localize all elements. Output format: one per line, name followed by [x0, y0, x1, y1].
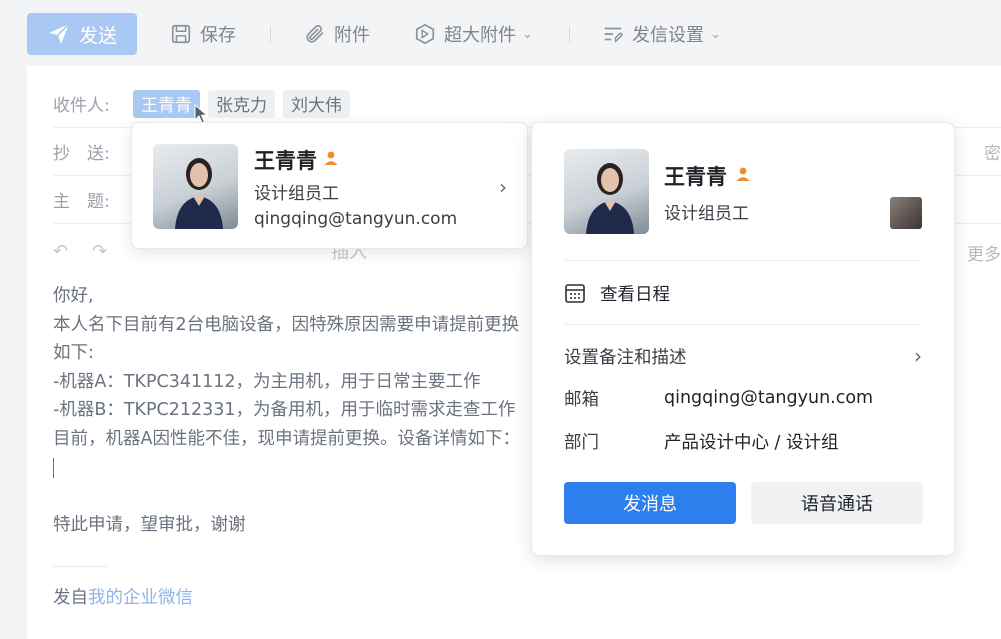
body-closing: 特此申请，望审批，谢谢 — [53, 514, 246, 535]
toolbar-divider — [569, 26, 570, 42]
send-message-button[interactable]: 发消息 — [564, 482, 736, 524]
set-remark-row[interactable]: 设置备注和描述 › — [564, 342, 922, 370]
profile-name: 王青青 — [664, 161, 751, 191]
large-attach-button[interactable]: 超大附件 ⌄ — [414, 18, 533, 50]
avatar — [153, 144, 238, 229]
contact-email: qingqing@tangyun.com — [254, 209, 458, 229]
view-schedule-label: 查看日程 — [600, 284, 670, 305]
profile-avatar — [564, 149, 649, 234]
voice-call-button[interactable]: 语音通话 — [751, 482, 923, 524]
save-icon — [171, 24, 191, 44]
send-settings-button[interactable]: 发信设置 ⌄ — [602, 18, 721, 50]
profile-title: 设计组员工 — [664, 204, 749, 224]
recipient-chip[interactable]: 王青青 — [133, 89, 200, 118]
to-label: 收件人: — [53, 96, 110, 116]
body-line: -机器B：TKPC212331，为备用机，用于临时需求走查工作 — [53, 400, 516, 421]
settings-list-icon — [604, 27, 624, 43]
contact-name-text: 王青青 — [254, 149, 317, 173]
view-schedule-row[interactable]: 查看日程 — [564, 279, 922, 307]
toolbar-divider — [270, 26, 271, 42]
large-attach-label: 超大附件 — [444, 25, 516, 46]
send-button[interactable]: 发送 — [27, 13, 137, 55]
divider — [564, 324, 922, 325]
recipient-chip[interactable]: 张克力 — [208, 89, 275, 118]
attach-button[interactable]: 附件 — [304, 18, 370, 50]
email-value[interactable]: qingqing@tangyun.com — [664, 388, 873, 408]
mouse-cursor-icon — [194, 104, 208, 124]
recipient-chip[interactable]: 刘大伟 — [283, 89, 350, 118]
mail-toolbar: 发送 保存 附件 超大附件 ⌄ 发信设置 ⌄ — [0, 0, 1001, 66]
mail-body[interactable]: 你好, 本人名下目前有2台电脑设备，因特殊原因需要申请提前更换 如下: -机器A… — [53, 282, 520, 539]
body-line: 你好, — [53, 286, 94, 306]
divider — [564, 260, 922, 261]
avatar-portrait-icon — [175, 158, 223, 229]
avatar-portrait-icon — [586, 163, 634, 234]
chevron-right-icon: › — [914, 344, 922, 368]
cover-thumbnail[interactable] — [890, 197, 922, 229]
contact-name: 王青青 — [254, 145, 339, 175]
signature-prefix: 发自 — [53, 588, 88, 608]
contact-title: 设计组员工 — [254, 184, 339, 204]
department-value: 产品设计中心 / 设计组 — [664, 432, 839, 453]
bcc-toggle[interactable]: 密 — [984, 139, 1001, 164]
body-line: 目前，机器A因性能不佳，现申请提前更换。设备详情如下： — [53, 428, 520, 449]
email-row: 邮箱 qingqing@tangyun.com — [564, 384, 922, 412]
profile-name-text: 王青青 — [664, 165, 727, 189]
email-label: 邮箱 — [564, 389, 599, 410]
attach-label: 附件 — [334, 25, 370, 46]
contact-hover-card[interactable]: 王青青 设计组员工 qingqing@tangyun.com › — [131, 122, 528, 249]
calendar-icon — [565, 284, 585, 303]
send-icon — [48, 23, 70, 44]
signature-divider — [53, 566, 107, 567]
text-caret — [53, 454, 520, 483]
send-label: 发送 — [78, 24, 117, 47]
contact-profile-panel: 王青青 设计组员工 查看日程 设置备注和描述 › 邮箱 qingqing@tan… — [531, 122, 955, 556]
department-label: 部门 — [564, 432, 599, 453]
signature: 发自我的企业微信 — [53, 584, 193, 609]
chevron-down-icon: ⌄ — [522, 26, 533, 42]
body-line: -机器A：TKPC341112，为主用机，用于日常主要工作 — [53, 371, 481, 392]
person-icon — [323, 150, 339, 170]
set-remark-label: 设置备注和描述 — [564, 347, 687, 368]
signature-link[interactable]: 我的企业微信 — [88, 588, 193, 608]
cc-label: 抄 送: — [53, 144, 110, 164]
chevron-down-icon: ⌄ — [710, 26, 721, 42]
department-row: 部门 产品设计中心 / 设计组 — [564, 427, 922, 455]
body-line: 如下: — [53, 343, 94, 364]
redo-icon[interactable]: ↷ — [92, 241, 107, 262]
save-button[interactable]: 保存 — [170, 18, 236, 50]
subject-label: 主 题: — [53, 192, 110, 212]
body-line: 本人名下目前有2台电脑设备，因特殊原因需要申请提前更换 — [53, 314, 520, 335]
send-settings-label: 发信设置 — [632, 25, 704, 46]
undo-icon[interactable]: ↶ — [53, 241, 68, 262]
save-label: 保存 — [200, 25, 236, 46]
more-button[interactable]: 更多 — [967, 240, 1001, 265]
paperclip-icon — [306, 25, 324, 43]
person-icon — [735, 166, 751, 186]
chevron-right-icon[interactable]: › — [499, 175, 507, 199]
cube-icon — [415, 23, 435, 45]
